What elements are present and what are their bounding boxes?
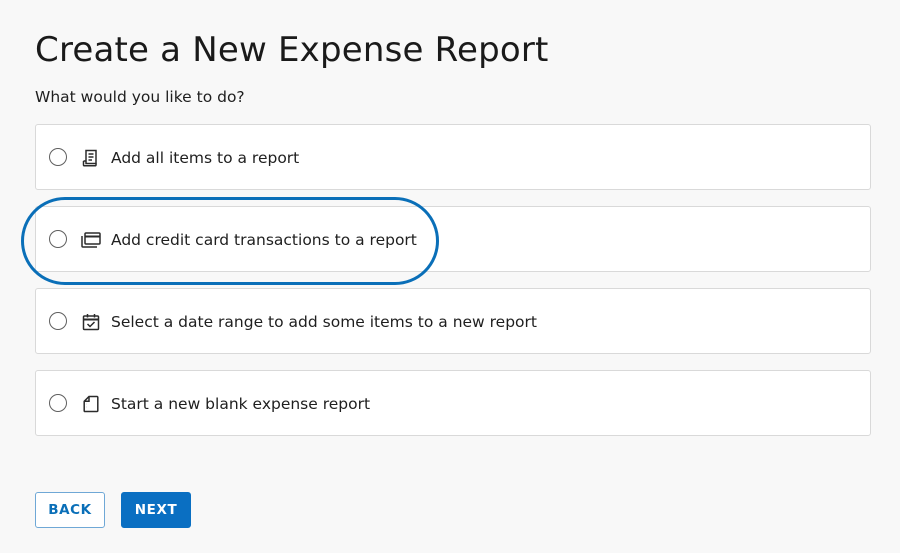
blank-document-icon xyxy=(80,393,102,415)
credit-cards-icon xyxy=(80,229,102,251)
back-button[interactable]: BACK xyxy=(35,492,105,528)
receipt-icon xyxy=(80,147,102,169)
option-blank-report[interactable]: Start a new blank expense report xyxy=(35,370,871,436)
page-title: Create a New Expense Report xyxy=(35,30,549,70)
next-button[interactable]: NEXT xyxy=(121,492,191,528)
wizard-actions: BACK NEXT xyxy=(35,492,191,528)
option-label: Select a date range to add some items to… xyxy=(111,313,537,331)
option-add-all-items[interactable]: Add all items to a report xyxy=(35,124,871,190)
radio-button[interactable] xyxy=(49,148,67,166)
page-subtitle: What would you like to do? xyxy=(35,88,245,106)
radio-button[interactable] xyxy=(49,394,67,412)
option-label: Add all items to a report xyxy=(111,149,300,167)
radio-button[interactable] xyxy=(49,312,67,330)
report-options-list: Add all items to a report Add credit car… xyxy=(35,124,871,452)
option-add-credit-card-transactions[interactable]: Add credit card transactions to a report xyxy=(35,206,871,272)
option-label: Start a new blank expense report xyxy=(111,395,371,413)
radio-button[interactable] xyxy=(49,230,67,248)
option-select-date-range[interactable]: Select a date range to add some items to… xyxy=(35,288,871,354)
calendar-check-icon xyxy=(80,311,102,333)
option-label: Add credit card transactions to a report xyxy=(111,231,417,249)
